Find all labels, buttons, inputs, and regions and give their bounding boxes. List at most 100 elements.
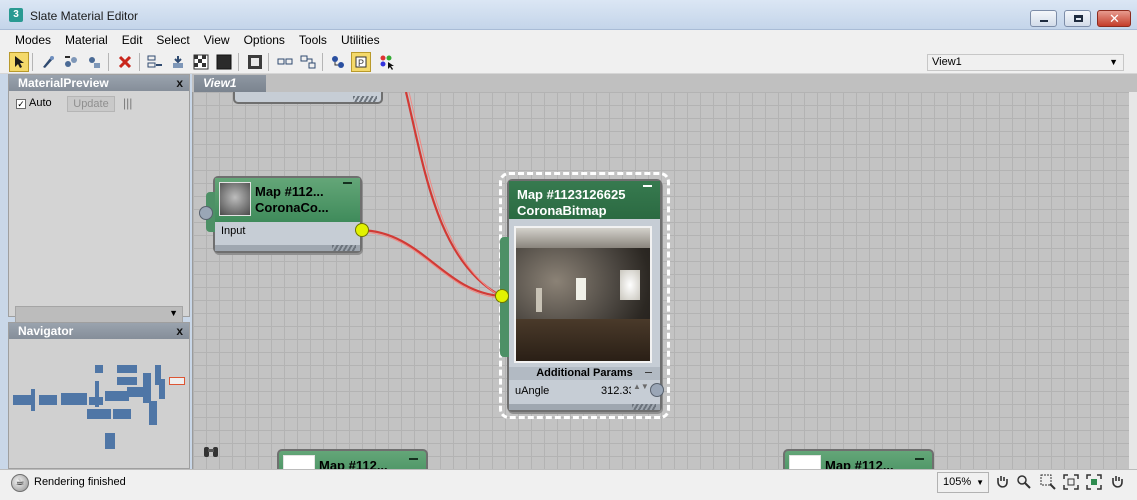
section-title: Additional Params bbox=[536, 367, 633, 379]
zoom-dropdown[interactable]: 105% ▼ bbox=[937, 472, 989, 493]
uangle-label: uAngle bbox=[515, 385, 550, 397]
node-bottom-left[interactable]: Map #112... bbox=[277, 449, 428, 469]
update-button[interactable]: Update bbox=[67, 96, 115, 112]
node-bottom-right[interactable]: Map #112... bbox=[783, 449, 934, 469]
background-dark-icon[interactable] bbox=[214, 52, 234, 72]
menu-edit[interactable]: Edit bbox=[115, 30, 150, 50]
menu-bar: Modes Material Edit Select View Options Tools U… bbox=[0, 30, 1137, 50]
close-icon: ✕ bbox=[1109, 11, 1120, 26]
checkmark-icon: ✓ bbox=[16, 99, 26, 109]
select-by-material-icon[interactable] bbox=[378, 52, 398, 72]
status-text: Rendering finished bbox=[34, 476, 126, 488]
binoculars-icon[interactable] bbox=[203, 444, 219, 461]
output-socket[interactable] bbox=[355, 223, 369, 237]
node-corona-bitmap[interactable]: Map #1123126625 CoronaBitmap Additional … bbox=[500, 179, 662, 412]
material-preview-header: MaterialPreview x bbox=[9, 75, 189, 91]
menu-select[interactable]: Select bbox=[149, 30, 196, 50]
minimap-node bbox=[87, 409, 111, 419]
additional-params-header[interactable]: Additional Params bbox=[509, 367, 660, 380]
node-title: Map #1123126625 bbox=[517, 187, 626, 202]
toolbar-divider bbox=[268, 53, 269, 71]
collapse-icon[interactable] bbox=[645, 372, 652, 373]
layout-children-icon[interactable] bbox=[298, 52, 318, 72]
toolbar-divider bbox=[238, 53, 239, 71]
menu-utilities[interactable]: Utilities bbox=[334, 30, 387, 50]
resize-grip-icon[interactable] bbox=[332, 245, 356, 251]
menu-view[interactable]: View bbox=[197, 30, 237, 50]
close-button[interactable]: ✕ bbox=[1097, 10, 1131, 27]
tab-view1[interactable]: View1 bbox=[194, 75, 266, 92]
view-select[interactable]: View1 ▼ bbox=[927, 54, 1124, 71]
pan-to-selected-icon[interactable] bbox=[1108, 474, 1126, 492]
hide-unused-nodeslots-icon[interactable] bbox=[168, 52, 188, 72]
pick-material-icon[interactable] bbox=[38, 52, 58, 72]
material-map-navigator-icon[interactable] bbox=[328, 52, 348, 72]
spinner-icon[interactable]: ▲▼ bbox=[633, 383, 649, 391]
teapot-icon: ☕ bbox=[11, 474, 29, 492]
node-thumbnail bbox=[283, 455, 315, 469]
preview-window bbox=[576, 278, 586, 300]
select-arrow-icon[interactable] bbox=[9, 52, 29, 72]
zoom-region-icon[interactable] bbox=[1039, 474, 1057, 492]
minimap-node bbox=[127, 387, 143, 397]
toolbar-divider bbox=[139, 53, 140, 71]
navigator-minimap[interactable] bbox=[9, 339, 189, 468]
node-subtitle: CoronaBitmap bbox=[517, 203, 607, 218]
zoom-icon[interactable] bbox=[1015, 474, 1033, 492]
material-preview-body: ✓ Auto Update ||| ▼ bbox=[9, 91, 189, 323]
parameter-editor-icon[interactable]: P bbox=[351, 52, 371, 72]
minimap-viewport[interactable] bbox=[169, 377, 185, 385]
collapse-icon[interactable] bbox=[643, 185, 652, 187]
pan-hand-icon[interactable] bbox=[993, 474, 1011, 492]
auto-label: Auto bbox=[29, 97, 52, 109]
move-children-icon[interactable] bbox=[145, 52, 165, 72]
delete-icon[interactable] bbox=[115, 52, 135, 72]
put-to-scene-icon[interactable] bbox=[61, 52, 81, 72]
layout-all-icon[interactable] bbox=[275, 52, 295, 72]
menu-modes[interactable]: Modes bbox=[0, 30, 58, 50]
collapse-icon[interactable] bbox=[915, 458, 924, 460]
menu-material[interactable]: Material bbox=[58, 30, 115, 50]
node-subtitle: CoronaCo... bbox=[255, 200, 329, 215]
material-preview-panel: MaterialPreview x ✓ Auto Update ||| ▼ bbox=[8, 74, 190, 323]
resize-grip-icon[interactable] bbox=[632, 404, 656, 410]
app-icon: 3 bbox=[9, 8, 23, 22]
node-canvas[interactable]: Map #112... CoronaCo... Input Map #11231… bbox=[192, 92, 1129, 469]
minimap-node bbox=[105, 391, 129, 401]
node-header[interactable]: Map #1123126625 CoronaBitmap bbox=[509, 181, 660, 219]
minimap-node bbox=[113, 409, 131, 419]
navigator-panel: Navigator x bbox=[8, 322, 190, 469]
collapse-icon[interactable] bbox=[409, 458, 418, 460]
minimap-node bbox=[95, 381, 99, 407]
input-socket[interactable] bbox=[495, 289, 509, 303]
close-icon[interactable]: x bbox=[176, 323, 183, 339]
vertical-scrollbar[interactable] bbox=[1129, 92, 1137, 469]
uangle-value[interactable]: 312.33 bbox=[601, 385, 631, 397]
auto-checkbox[interactable]: ✓ Auto bbox=[16, 97, 52, 109]
output-socket[interactable] bbox=[650, 383, 664, 397]
close-icon[interactable]: x bbox=[176, 75, 183, 91]
wire-connection bbox=[408, 92, 504, 299]
input-socket[interactable] bbox=[199, 206, 213, 220]
node-title: Map #112... bbox=[255, 184, 324, 199]
node-title: Map #112... bbox=[319, 458, 388, 469]
preview-dropdown[interactable]: ▼ bbox=[15, 306, 183, 323]
assign-to-selection-icon[interactable] bbox=[84, 52, 104, 72]
material-preview-title: MaterialPreview bbox=[18, 76, 109, 90]
preview-door bbox=[536, 288, 542, 312]
maximize-button[interactable] bbox=[1064, 10, 1091, 27]
toolbar-divider bbox=[108, 53, 109, 71]
node-header[interactable]: Map #112... CoronaCo... bbox=[215, 178, 360, 222]
zoom-extents-selected-icon[interactable] bbox=[1085, 474, 1103, 492]
minimap-node bbox=[117, 377, 137, 385]
zoom-extents-icon[interactable] bbox=[1062, 474, 1080, 492]
show-map-in-viewport-icon[interactable] bbox=[245, 52, 265, 72]
minimize-button[interactable] bbox=[1030, 10, 1057, 27]
input-slot-label: Input bbox=[221, 225, 246, 237]
menu-options[interactable]: Options bbox=[237, 30, 292, 50]
node-corona-color-correct[interactable]: Map #112... CoronaCo... Input bbox=[206, 176, 362, 253]
collapse-icon[interactable] bbox=[343, 182, 352, 184]
preview-options-icon[interactable]: ||| bbox=[123, 96, 132, 110]
background-checker-icon[interactable] bbox=[191, 52, 211, 72]
menu-tools[interactable]: Tools bbox=[292, 30, 334, 50]
